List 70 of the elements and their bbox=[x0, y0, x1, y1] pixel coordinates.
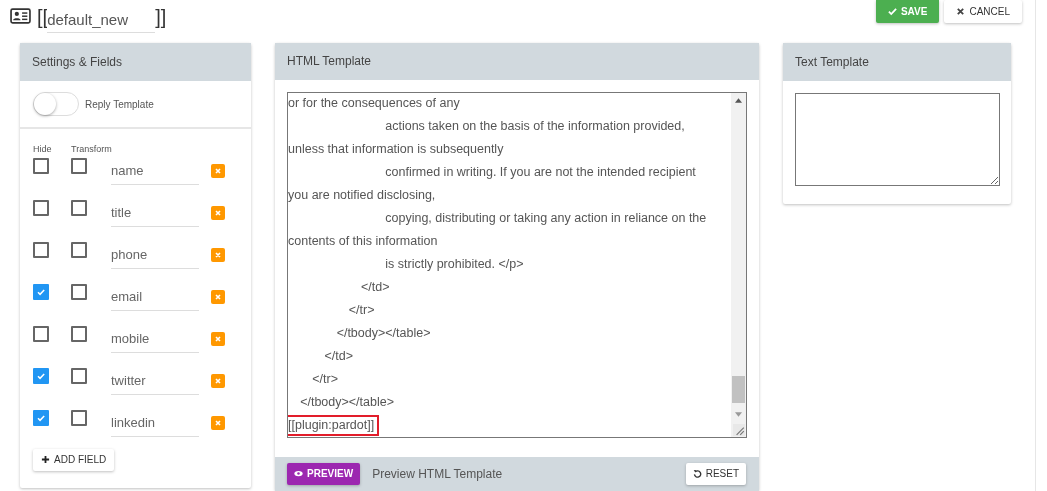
close-icon bbox=[956, 7, 966, 16]
plus-icon bbox=[41, 455, 50, 464]
transform-checkbox[interactable] bbox=[71, 368, 87, 384]
remove-button[interactable] bbox=[211, 206, 225, 220]
code-line: copying, distributing or taking any action in reliance on the bbox=[384, 210, 707, 225]
code-line: </tr> bbox=[311, 371, 339, 386]
code-line: unless that information is subsequently bbox=[288, 141, 504, 156]
column-heading: Hide bbox=[33, 144, 53, 156]
scrollbar-thumb[interactable] bbox=[732, 375, 745, 403]
transform-checkbox[interactable] bbox=[71, 326, 87, 342]
reply-template-toggle[interactable] bbox=[33, 92, 79, 116]
add-field-button[interactable]: ADD FIELD bbox=[33, 448, 115, 471]
hide-checkbox[interactable] bbox=[33, 326, 49, 342]
transform-checkbox[interactable] bbox=[71, 284, 87, 300]
hide-checkbox[interactable] bbox=[33, 200, 49, 216]
remove-button[interactable] bbox=[211, 164, 225, 178]
remove-button[interactable] bbox=[211, 248, 225, 262]
transform-checkbox[interactable] bbox=[71, 200, 87, 216]
close-icon bbox=[214, 167, 222, 175]
close-icon bbox=[214, 209, 222, 217]
scroll-down-icon[interactable] bbox=[735, 411, 742, 417]
contact-card-icon bbox=[10, 8, 31, 24]
reset-button[interactable]: RESET bbox=[685, 462, 746, 485]
code-line: </tr> bbox=[347, 302, 375, 317]
close-bracket: ]] bbox=[155, 6, 167, 28]
toggle-label: Reply Template bbox=[85, 98, 154, 110]
scrollbar[interactable] bbox=[731, 92, 746, 437]
text-template-field[interactable] bbox=[795, 93, 1000, 186]
card-title: Settings & Fields bbox=[32, 55, 123, 69]
code-line: </tbody></table> bbox=[299, 394, 394, 409]
transform-checkbox[interactable] bbox=[71, 242, 87, 258]
hide-checkbox[interactable] bbox=[33, 158, 49, 174]
hide-checkbox[interactable] bbox=[33, 368, 49, 384]
remove-button[interactable] bbox=[211, 290, 225, 304]
preview-label: Preview HTML Template bbox=[372, 466, 504, 481]
close-icon bbox=[214, 377, 222, 385]
open-bracket: [[ bbox=[37, 6, 49, 28]
column-heading: Transform bbox=[71, 144, 112, 156]
close-icon bbox=[214, 293, 222, 301]
eye-icon bbox=[294, 469, 303, 479]
code-line: or for the consequences of any bbox=[288, 95, 460, 110]
card-title: HTML Template bbox=[287, 54, 372, 69]
code-line: </td> bbox=[359, 279, 390, 294]
remove-button[interactable] bbox=[211, 374, 225, 388]
remove-button[interactable] bbox=[211, 332, 225, 346]
code-line: [[plugin:pardot]] bbox=[288, 416, 378, 434]
remove-button[interactable] bbox=[211, 416, 225, 430]
transform-checkbox[interactable] bbox=[71, 158, 87, 174]
hide-checkbox[interactable] bbox=[33, 410, 49, 426]
code-line: you are notified disclosing, bbox=[288, 187, 436, 202]
check-icon bbox=[887, 7, 897, 16]
hide-checkbox[interactable] bbox=[33, 242, 49, 258]
undo-icon bbox=[692, 469, 702, 479]
hide-checkbox[interactable] bbox=[33, 284, 49, 300]
scroll-up-icon[interactable] bbox=[735, 97, 742, 103]
code-line: actions taken on the basis of the information provided, bbox=[384, 118, 685, 133]
preview-button[interactable]: PREVIEW bbox=[287, 462, 361, 485]
template-name-field[interactable]: default_new bbox=[47, 6, 156, 33]
html-editor[interactable] bbox=[287, 91, 747, 438]
code-line: </tbody></table> bbox=[335, 325, 431, 340]
code-line: </td> bbox=[323, 348, 353, 363]
transform-checkbox[interactable] bbox=[71, 410, 87, 426]
cancel-button[interactable]: CANCEL bbox=[944, 0, 1022, 23]
code-line: confirmed in writing. If you are not the intended recipient bbox=[384, 164, 696, 179]
close-icon bbox=[214, 335, 222, 343]
card-title: Text Template bbox=[795, 55, 869, 69]
code-line: contents of this information bbox=[288, 233, 438, 248]
close-icon bbox=[214, 251, 222, 259]
close-icon bbox=[214, 419, 222, 427]
code-line: is strictly prohibited. </p> bbox=[384, 256, 524, 271]
